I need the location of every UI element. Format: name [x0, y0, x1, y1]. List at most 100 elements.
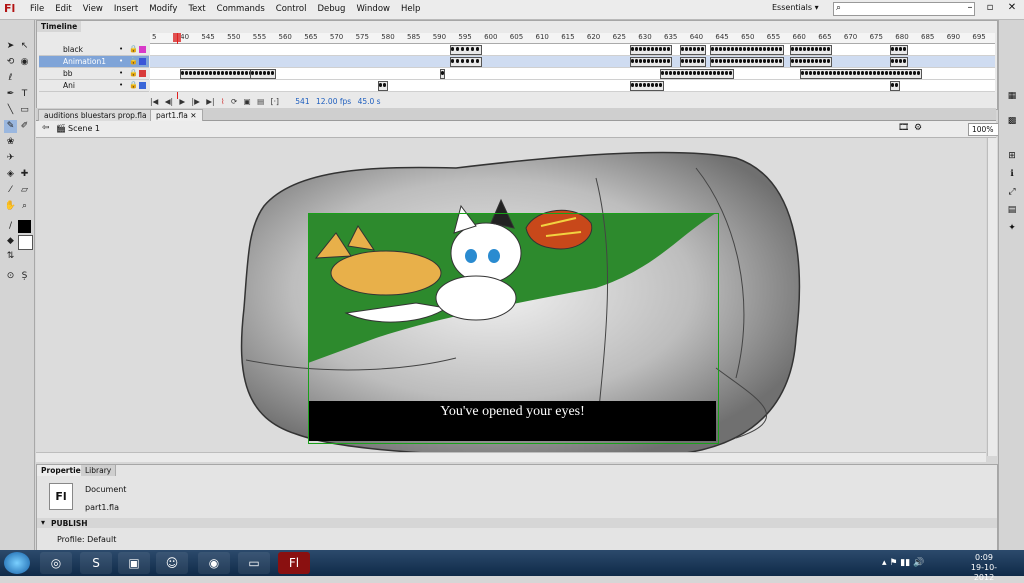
keyframe-dot[interactable] — [655, 59, 658, 63]
keyframe-dot[interactable] — [667, 59, 670, 63]
keyframe-dot[interactable] — [655, 47, 658, 51]
keyframe-dot[interactable] — [229, 71, 232, 75]
keyframe-dot[interactable] — [735, 47, 738, 51]
keyframe-dot[interactable] — [689, 47, 692, 51]
paint-bucket-icon[interactable]: ◈ — [4, 168, 17, 181]
swap-colors-icon[interactable]: ⇅ — [4, 250, 17, 263]
menu-item[interactable]: Commands — [217, 4, 265, 14]
doc-name[interactable]: part1.fla — [85, 503, 119, 512]
keyframe-dot[interactable] — [901, 71, 904, 75]
keyframe-dot[interactable] — [709, 71, 712, 75]
keyframe-dot[interactable] — [751, 47, 754, 51]
keyframe-dot[interactable] — [631, 59, 634, 63]
minimize-button[interactable]: – — [960, 1, 980, 16]
keyframe-dot[interactable] — [735, 59, 738, 63]
frame-row[interactable] — [150, 80, 995, 92]
keyframe-dot[interactable] — [805, 71, 808, 75]
keyframe-dot[interactable] — [669, 71, 672, 75]
menu-item[interactable]: Modify — [149, 4, 177, 14]
keyframe-dot[interactable] — [803, 47, 806, 51]
menu-item[interactable]: View — [83, 4, 103, 14]
keyframe-dot[interactable] — [383, 83, 386, 87]
keyframe-dot[interactable] — [841, 71, 844, 75]
keyframe-dot[interactable] — [791, 59, 794, 63]
keyframe-dot[interactable] — [659, 47, 662, 51]
keyframe-dot[interactable] — [259, 71, 262, 75]
layer-row[interactable]: Ani • 🔒 — [39, 80, 149, 92]
onion-skin-icon[interactable]: ⌇ — [221, 97, 225, 106]
keyframe-dot[interactable] — [659, 59, 662, 63]
tab-library[interactable]: Library — [81, 465, 117, 476]
keyframe-dot[interactable] — [631, 47, 634, 51]
keyframe-dot[interactable] — [881, 71, 884, 75]
frame-row[interactable] — [150, 56, 995, 68]
bone-tool-icon[interactable]: ✈ — [4, 152, 17, 165]
keyframe-dot[interactable] — [865, 71, 868, 75]
keyframe-dot[interactable] — [673, 71, 676, 75]
keyframe-dot[interactable] — [815, 47, 818, 51]
keyframe-dot[interactable] — [725, 71, 728, 75]
keyframe-dot[interactable] — [755, 59, 758, 63]
keyframe-dot[interactable] — [895, 47, 898, 51]
keyframe-dot[interactable] — [833, 71, 836, 75]
step-forward-button[interactable]: |▶ — [192, 97, 200, 106]
keyframe-dot[interactable] — [823, 59, 826, 63]
keyframe-dot[interactable] — [731, 47, 734, 51]
keyframe-dot[interactable] — [663, 59, 666, 63]
keyframe-dot[interactable] — [913, 71, 916, 75]
keyframe-dot[interactable] — [829, 71, 832, 75]
keyframe-dot[interactable] — [743, 47, 746, 51]
current-frame[interactable]: 541 — [295, 97, 309, 106]
keyframe-dot[interactable] — [209, 71, 212, 75]
keyframe-dot[interactable] — [181, 71, 184, 75]
keyframe-dot[interactable] — [891, 59, 894, 63]
keyframe-dot[interactable] — [197, 71, 200, 75]
keyframe-dot[interactable] — [857, 71, 860, 75]
swatches-icon[interactable]: ▩ — [1005, 115, 1019, 128]
last-frame-button[interactable]: ▶| — [206, 97, 214, 106]
onion-outline-icon[interactable]: ▣ — [244, 97, 251, 106]
step-back-button[interactable]: ◀| — [165, 97, 173, 106]
keyframe-dot[interactable] — [779, 59, 782, 63]
visibility-dot-icon[interactable]: • — [119, 44, 123, 55]
keyframe-dot[interactable] — [643, 83, 646, 87]
maximize-button[interactable]: ▫ — [980, 1, 1000, 16]
keyframe-dot[interactable] — [241, 71, 244, 75]
visibility-dot-icon[interactable]: • — [119, 56, 123, 67]
stroke-color-icon[interactable]: / — [4, 220, 17, 233]
keyframe-dot[interactable] — [869, 71, 872, 75]
profile-row[interactable]: Profile: Default — [57, 535, 116, 544]
align-icon[interactable]: ⊞ — [1005, 150, 1019, 163]
keyframe-dot[interactable] — [795, 59, 798, 63]
keyframe-dot[interactable] — [861, 71, 864, 75]
keyframe-dot[interactable] — [837, 71, 840, 75]
motion-presets-icon[interactable]: ✦ — [1005, 222, 1019, 235]
start-button[interactable] — [4, 552, 30, 574]
pencil-tool-icon[interactable]: ✎ — [4, 120, 17, 133]
layer-color-swatch[interactable] — [139, 58, 146, 65]
zoom-tool-icon[interactable]: ⌕ — [18, 200, 31, 213]
keyframe-dot[interactable] — [635, 47, 638, 51]
keyframe-dot[interactable] — [685, 71, 688, 75]
keyframe-dot[interactable] — [889, 71, 892, 75]
keyframe-dot[interactable] — [799, 59, 802, 63]
keyframe-dot[interactable] — [217, 71, 220, 75]
keyframe-dot[interactable] — [255, 71, 258, 75]
keyframe-dot[interactable] — [456, 47, 459, 51]
fill-swatch[interactable] — [18, 235, 33, 250]
keyframe-dot[interactable] — [639, 59, 642, 63]
layer-color-swatch[interactable] — [139, 46, 146, 53]
keyframe-dot[interactable] — [185, 71, 188, 75]
keyframe-dot[interactable] — [665, 71, 668, 75]
keyframe-dot[interactable] — [461, 59, 464, 63]
keyframe-dot[interactable] — [441, 71, 444, 75]
keyframe-dot[interactable] — [267, 71, 270, 75]
keyframe-dot[interactable] — [201, 71, 204, 75]
keyframe-dot[interactable] — [751, 59, 754, 63]
keyframe-dot[interactable] — [677, 71, 680, 75]
keyframe-dot[interactable] — [685, 47, 688, 51]
menu-item[interactable]: Window — [356, 4, 390, 14]
keyframe-dot[interactable] — [233, 71, 236, 75]
keyframe-dot[interactable] — [647, 83, 650, 87]
deco-tool-icon[interactable]: ❀ — [4, 136, 17, 149]
